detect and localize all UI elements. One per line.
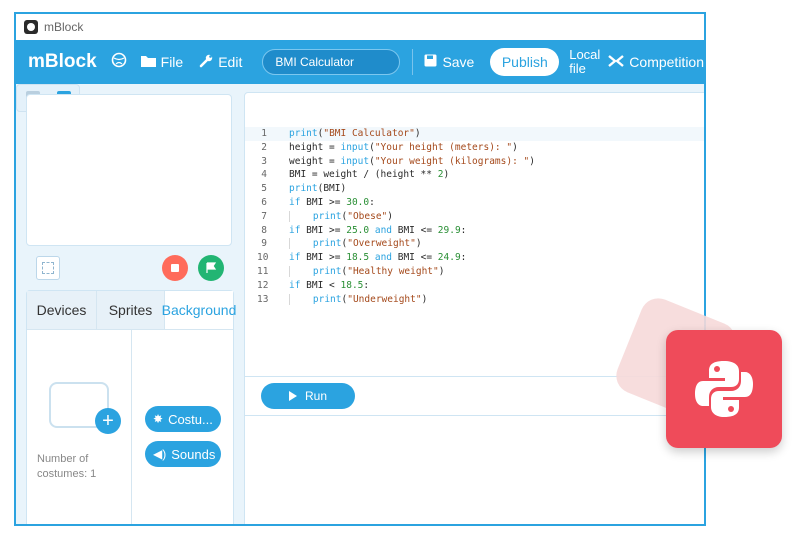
local-file-line1: Local <box>569 47 601 62</box>
run-button[interactable]: Run <box>261 383 355 409</box>
competition-icon <box>608 54 625 70</box>
plus-icon: + <box>102 410 114 432</box>
menu-bar: mBlock File Edit BMI Calculator Save Pub… <box>16 40 704 84</box>
code-text: BMI = weight / (height ** 2) <box>289 169 450 181</box>
line-number: 12 <box>257 279 269 291</box>
competition-label: Competition <box>629 54 704 70</box>
line-number: 5 <box>261 183 267 195</box>
file-menu[interactable]: File <box>140 54 184 70</box>
publish-button[interactable]: Publish <box>490 48 560 76</box>
costume-count-line2: costumes: 1 <box>37 468 97 480</box>
code-text: if BMI >= 18.5 and BMI <= 24.9: <box>289 252 467 264</box>
costumes-pane: + Number of costumes: 1 <box>27 330 132 524</box>
line-number: 2 <box>261 141 267 153</box>
tab-devices[interactable]: Devices <box>27 291 97 329</box>
code-text: print("BMI Calculator") <box>289 128 421 139</box>
flag-icon <box>206 262 217 273</box>
mblock-app-icon <box>24 20 38 34</box>
line-number: 3 <box>261 155 267 167</box>
tab-background[interactable]: Background <box>162 291 236 329</box>
save-label: Save <box>442 54 475 70</box>
line-number: 10 <box>257 252 269 264</box>
mblock-window: mBlock mBlock File Edit BMI Calculator S… <box>14 12 706 526</box>
code-text: height = input("Your height (meters): ") <box>289 141 518 153</box>
code-line[interactable]: 4 BMI = weight / (height ** 2) <box>245 168 704 182</box>
code-line[interactable]: 12 if BMI < 18.5: <box>245 279 704 293</box>
sounds-button[interactable]: ◀) Sounds <box>145 441 221 467</box>
speaker-icon: ◀) <box>153 447 167 461</box>
code-line[interactable]: 10 if BMI >= 18.5 and BMI <= 24.9: <box>245 251 704 265</box>
edit-menu[interactable]: Edit <box>199 54 242 71</box>
brand-logo: mBlock <box>28 51 97 72</box>
play-icon <box>288 391 297 401</box>
globe-icon[interactable] <box>111 52 127 73</box>
costume-count-line1: Number of <box>37 453 89 465</box>
code-line[interactable]: 6 if BMI >= 30.0: <box>245 196 704 210</box>
costumes-button[interactable]: ✸ Costu... <box>145 406 221 432</box>
fullscreen-icon[interactable] <box>36 256 60 280</box>
code-text: print(BMI) <box>289 183 347 195</box>
left-panel: Devices Sprites Background + Number of c… <box>16 84 238 524</box>
code-line[interactable]: 1 print("BMI Calculator") <box>245 127 704 141</box>
edit-menu-label: Edit <box>218 54 243 70</box>
local-file-button[interactable]: Local file <box>569 48 600 76</box>
local-file-line2: file <box>569 61 586 76</box>
project-name-input[interactable]: BMI Calculator <box>262 49 400 75</box>
code-line[interactable]: 13 print("Underweight") <box>245 293 704 307</box>
wrench-icon <box>199 54 213 71</box>
line-number: 4 <box>261 169 267 181</box>
green-flag-button[interactable] <box>198 255 224 281</box>
code-area[interactable]: 1 print("BMI Calculator") 2 height = input(… <box>245 127 704 307</box>
code-text: print("Healthy weight") <box>289 265 444 279</box>
code-line[interactable]: 11 print("Healthy weight") <box>245 265 704 279</box>
folder-icon <box>140 54 156 70</box>
menu-divider <box>411 49 413 75</box>
code-text: if BMI >= 25.0 and BMI <= 29.9: <box>289 224 467 236</box>
run-button-label: Run <box>304 389 327 403</box>
sounds-button-label: Sounds <box>171 446 216 462</box>
code-line[interactable]: 9 print("Overweight") <box>245 237 704 251</box>
line-number: 8 <box>261 224 267 236</box>
line-number: 13 <box>257 293 269 305</box>
file-menu-label: File <box>160 54 184 70</box>
line-number: 1 <box>261 128 267 139</box>
line-number: 9 <box>261 238 267 250</box>
line-number: 11 <box>257 265 269 277</box>
magic-wand-icon: ✸ <box>153 412 164 426</box>
competition-button[interactable]: Competition <box>608 54 704 70</box>
code-text: if BMI < 18.5: <box>289 279 370 291</box>
window-title: mBlock <box>44 20 84 34</box>
code-line[interactable]: 7 print("Obese") <box>245 210 704 224</box>
sprite-tabs-panel: Devices Sprites Background + Number of c… <box>26 290 236 524</box>
stage-canvas[interactable] <box>26 94 232 246</box>
save-icon <box>424 54 437 70</box>
tab-sprites[interactable]: Sprites <box>96 291 165 329</box>
title-bar: mBlock <box>16 14 704 40</box>
stop-button[interactable] <box>162 255 188 281</box>
add-costume-button[interactable]: + <box>95 408 121 434</box>
line-number: 7 <box>261 210 267 222</box>
code-text: print("Overweight") <box>289 237 422 251</box>
code-line[interactable]: 8 if BMI >= 25.0 and BMI <= 29.9: <box>245 224 704 238</box>
save-button[interactable]: Save <box>424 54 474 70</box>
code-text: weight = input("Your weight (kilograms):… <box>289 155 535 167</box>
costume-count: Number of costumes: 1 <box>37 452 127 482</box>
python-editor[interactable]: 1 print("BMI Calculator") 2 height = input(… <box>244 92 704 524</box>
costumes-button-label: Costu... <box>168 411 213 427</box>
code-text: if BMI >= 30.0: <box>289 196 375 208</box>
code-line[interactable]: 2 height = input("Your height (meters): "… <box>245 141 704 155</box>
code-line[interactable]: 3 weight = input("Your weight (kilograms)… <box>245 155 704 169</box>
tab-bar: Devices Sprites Background <box>27 291 236 330</box>
line-number: 6 <box>261 196 267 208</box>
code-text: print("Underweight") <box>289 293 427 307</box>
code-text: print("Obese") <box>289 210 393 224</box>
python-logo-icon <box>666 330 782 448</box>
code-line[interactable]: 5 print(BMI) <box>245 182 704 196</box>
